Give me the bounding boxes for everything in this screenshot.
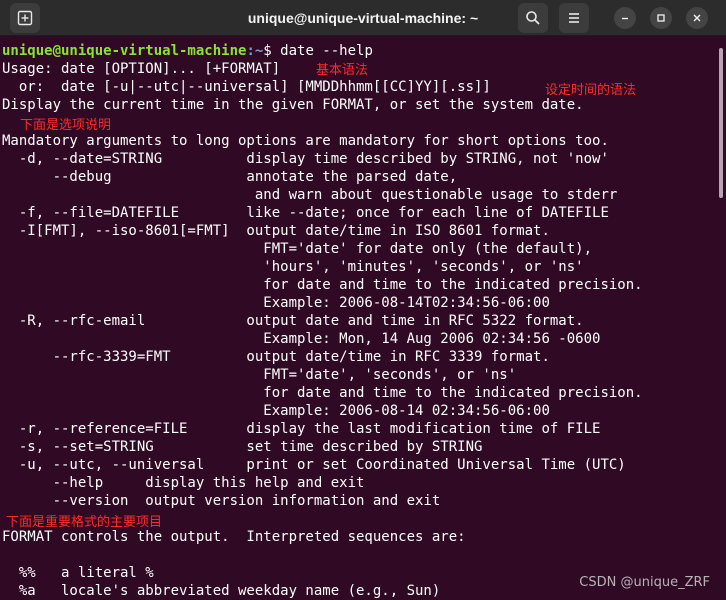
- output-line: -d, --date=STRING display time described…: [2, 151, 609, 167]
- output-line: %a locale's abbreviated weekday name (e.…: [2, 583, 441, 599]
- output-line: Example: 2006-08-14T02:34:56-06:00: [2, 295, 550, 311]
- output-line: 'hours', 'minutes', 'seconds', or 'ns': [2, 259, 584, 275]
- output-line: Example: Mon, 14 Aug 2006 02:34:56 -0600: [2, 331, 601, 347]
- output-line: -u, --utc, --universal print or set Coor…: [2, 457, 626, 473]
- menu-button[interactable]: [559, 3, 589, 33]
- terminal-output[interactable]: unique@unique-virtual-machine:~$ date --…: [0, 36, 716, 600]
- output-line: -I[FMT], --iso-8601[=FMT] output date/ti…: [2, 223, 550, 239]
- output-line: Mandatory arguments to long options are …: [2, 133, 609, 149]
- close-icon: [693, 14, 701, 22]
- maximize-button[interactable]: [650, 7, 672, 29]
- scrollbar-thumb[interactable]: [719, 48, 723, 198]
- output-line: --help display this help and exit: [2, 475, 365, 491]
- prompt-symbol: $: [263, 43, 281, 59]
- output-line: and warn about questionable usage to std…: [2, 187, 618, 203]
- prompt-line: unique@unique-virtual-machine:~$ date --…: [2, 42, 373, 60]
- output-line: --rfc-3339=FMT output date/time in RFC 3…: [2, 349, 550, 365]
- minimize-button[interactable]: [614, 7, 636, 29]
- prompt-user-host: unique@unique-virtual-machine: [2, 43, 247, 59]
- annotation-formats-below: 下面是重要格式的主要项目: [6, 515, 163, 530]
- hamburger-menu-icon: [569, 13, 579, 23]
- maximize-icon: [657, 14, 665, 22]
- output-line: FMT='date' for date only (the default),: [2, 241, 593, 257]
- output-line: -R, --rfc-email output date and time in …: [2, 313, 584, 329]
- output-line: %% a literal %: [2, 565, 154, 581]
- annotation-set-time-syntax: 设定时间的语法: [545, 83, 637, 98]
- close-button[interactable]: [686, 7, 708, 29]
- output-line: FMT='date', 'seconds', or 'ns': [2, 367, 517, 383]
- search-button[interactable]: [518, 3, 548, 33]
- new-tab-button[interactable]: [10, 3, 40, 33]
- prompt-command: date --help: [280, 43, 373, 59]
- output-line: for date and time to the indicated preci…: [2, 277, 643, 293]
- output-line: for date and time to the indicated preci…: [2, 385, 643, 401]
- prompt-path: :~: [246, 43, 264, 59]
- annotation-options-below: 下面是选项说明: [20, 118, 112, 133]
- output-line: -s, --set=STRING set time described by S…: [2, 439, 483, 455]
- output-line: --debug annotate the parsed date,: [2, 169, 458, 185]
- annotation-basic-syntax: 基本语法: [316, 63, 369, 78]
- terminal-scrollbar[interactable]: [716, 36, 726, 600]
- watermark: CSDN @unique_ZRF: [579, 575, 710, 590]
- output-line: Usage: date [OPTION]... [+FORMAT]: [2, 61, 281, 77]
- output-line: Display the current time in the given FO…: [2, 97, 584, 113]
- output-line: Example: 2006-08-14 02:34:56-06:00: [2, 403, 550, 419]
- output-line: -r, --reference=FILE display the last mo…: [2, 421, 601, 437]
- search-icon: [526, 11, 540, 25]
- output-line: --version output version information and…: [2, 493, 441, 509]
- minimize-icon: [622, 17, 628, 20]
- title-bar: unique@unique-virtual-machine: ~: [0, 0, 726, 36]
- output-line: -f, --file=DATEFILE like --date; once fo…: [2, 205, 609, 221]
- new-tab-icon: [17, 10, 33, 26]
- output-line: or: date [-u|--utc|--universal] [MMDDhhm…: [2, 79, 491, 95]
